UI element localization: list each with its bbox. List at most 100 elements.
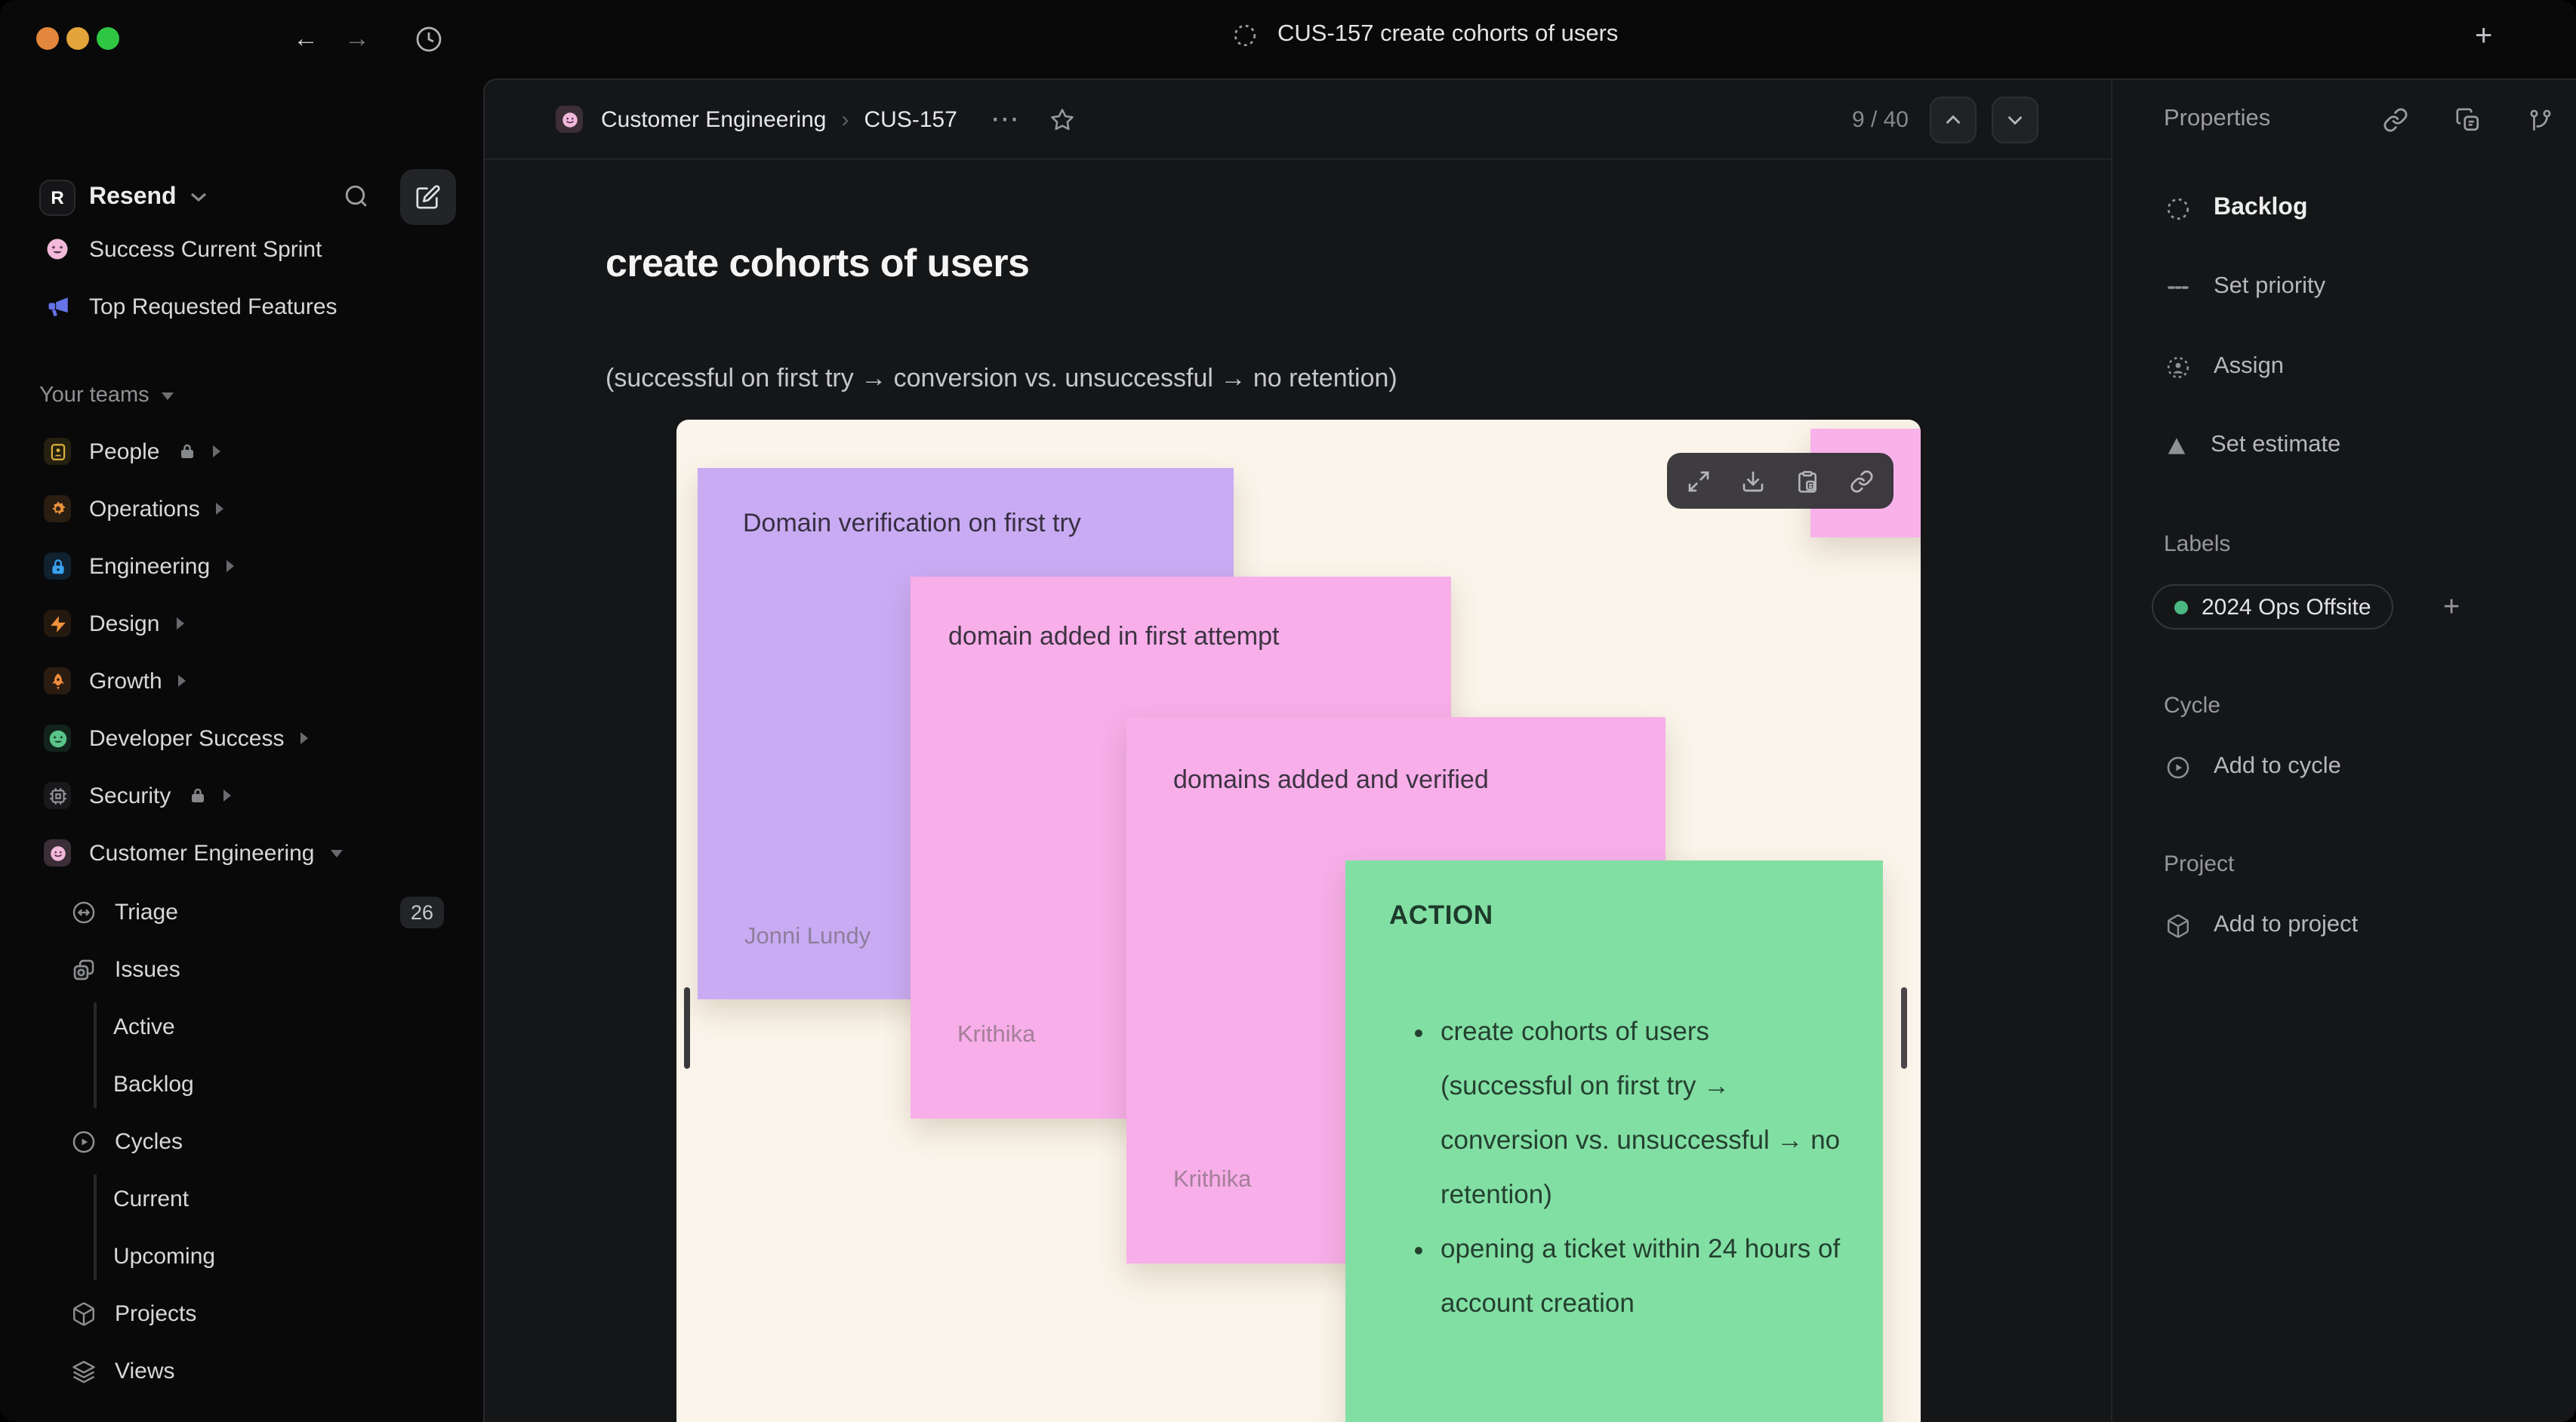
lightning-bolt-icon bbox=[44, 610, 71, 637]
sidebar-team-growth[interactable]: Growth bbox=[0, 652, 483, 709]
main-panel: Customer Engineering › CUS-157 ⋯ 9 / 40 … bbox=[483, 78, 2576, 1422]
embedded-image[interactable]: hi Domain verification on first try Jonn… bbox=[676, 420, 1921, 1422]
next-issue-button[interactable] bbox=[1992, 97, 2038, 143]
back-button[interactable]: ← bbox=[293, 26, 319, 51]
star-struck-face-icon bbox=[44, 725, 71, 752]
chevron-right-icon bbox=[178, 675, 186, 687]
expand-image-icon[interactable] bbox=[1687, 469, 1711, 493]
note-title: ACTION bbox=[1389, 900, 1493, 930]
note-author: Krithika bbox=[957, 1022, 1036, 1048]
issue-description[interactable]: (successful on first try → conversion vs… bbox=[605, 364, 1397, 394]
sidebar-item-triage[interactable]: Triage 26 bbox=[0, 883, 483, 940]
close-window-button[interactable] bbox=[36, 27, 59, 50]
backlog-status-icon bbox=[1232, 22, 1258, 48]
chevron-right-icon bbox=[223, 789, 232, 802]
assign-user-icon bbox=[2165, 354, 2191, 380]
backlog-status-icon bbox=[2165, 195, 2191, 221]
git-branch-icon[interactable] bbox=[2527, 106, 2553, 132]
label-2024-ops-offsite[interactable]: 2024 Ops Offsite bbox=[2152, 584, 2394, 629]
cycle-header: Cycle bbox=[2164, 693, 2221, 719]
cube-icon bbox=[71, 1300, 97, 1326]
breadcrumb-issue-id[interactable]: CUS-157 bbox=[864, 106, 957, 132]
sidebar-item-current[interactable]: Current bbox=[0, 1170, 483, 1227]
window-titlebar: ← → CUS-157 create cohorts of users + bbox=[0, 0, 2576, 78]
workspace-name: Resend bbox=[89, 183, 177, 209]
chevron-right-icon bbox=[212, 445, 220, 457]
forward-button[interactable]: → bbox=[344, 26, 370, 51]
add-to-cycle[interactable]: Add to cycle bbox=[2112, 741, 2576, 793]
lock-icon bbox=[189, 786, 207, 805]
previous-issue-button[interactable] bbox=[1930, 97, 1977, 143]
sidebar-team-design[interactable]: Design bbox=[0, 595, 483, 652]
zoom-window-button[interactable] bbox=[96, 27, 119, 50]
more-options-button[interactable]: ⋯ bbox=[991, 102, 1019, 137]
note-text: Domain verification on first try bbox=[743, 509, 1081, 537]
download-image-icon[interactable] bbox=[1741, 469, 1765, 493]
assignee-field[interactable]: Assign bbox=[2112, 341, 2576, 392]
sidebar-team-developer-success[interactable]: Developer Success bbox=[0, 709, 483, 767]
workspace-logo: R bbox=[39, 179, 75, 215]
image-toolbar bbox=[1667, 453, 1893, 509]
copy-image-icon[interactable] bbox=[1795, 469, 1820, 493]
new-tab-button[interactable]: + bbox=[2475, 21, 2492, 51]
issue-title[interactable]: create cohorts of users bbox=[605, 240, 1030, 287]
lock-icon bbox=[44, 552, 71, 580]
chevron-right-icon bbox=[300, 732, 309, 744]
lock-icon bbox=[177, 442, 196, 460]
status-field[interactable]: Backlog bbox=[2112, 183, 2576, 234]
breadcrumb: Customer Engineering › CUS-157 ⋯ 9 / 40 bbox=[485, 80, 2111, 160]
chevron-right-icon bbox=[226, 560, 235, 572]
sidebar-item-top-requested-features[interactable]: Top Requested Features bbox=[0, 278, 483, 335]
add-label-button[interactable]: + bbox=[2443, 593, 2460, 622]
chevron-right-icon bbox=[216, 503, 224, 515]
sidebar-item-issues[interactable]: Issues bbox=[0, 940, 483, 998]
favorite-star-button[interactable] bbox=[1049, 106, 1075, 132]
layers-icon bbox=[71, 1358, 97, 1384]
add-to-project[interactable]: Add to project bbox=[2112, 900, 2576, 951]
smiley-icon bbox=[44, 839, 71, 866]
copy-issue-link-icon[interactable] bbox=[2382, 106, 2408, 132]
sidebar: R Resend Success Current Sprint Top Requ… bbox=[0, 78, 483, 1422]
issue-pager: 9 / 40 bbox=[1852, 80, 2038, 160]
image-resize-handle-left[interactable] bbox=[684, 987, 690, 1069]
properties-title: Properties bbox=[2164, 106, 2271, 131]
your-teams-header[interactable]: Your teams bbox=[39, 383, 149, 408]
note-author: Krithika bbox=[1173, 1167, 1252, 1193]
sidebar-team-engineering[interactable]: Engineering bbox=[0, 537, 483, 595]
note-text: domains added and verified bbox=[1173, 765, 1489, 794]
new-issue-button[interactable] bbox=[400, 169, 456, 225]
sidebar-item-projects[interactable]: Projects bbox=[0, 1285, 483, 1342]
image-resize-handle-right[interactable] bbox=[1901, 987, 1907, 1069]
history-icon[interactable] bbox=[415, 26, 442, 53]
copy-link-icon[interactable] bbox=[1850, 469, 1874, 493]
triage-count-badge: 26 bbox=[399, 896, 444, 928]
sidebar-item-views[interactable]: Views bbox=[0, 1342, 483, 1399]
sidebar-item-backlog[interactable]: Backlog bbox=[0, 1055, 483, 1113]
sidebar-team-operations[interactable]: Operations bbox=[0, 480, 483, 537]
labels-header: Labels bbox=[2164, 531, 2231, 557]
triage-icon bbox=[71, 899, 97, 925]
duplicate-icon[interactable] bbox=[2454, 106, 2480, 132]
window-tab-title: CUS-157 create cohorts of users bbox=[1277, 21, 1619, 47]
sidebar-item-cycles[interactable]: Cycles bbox=[0, 1113, 483, 1170]
id-badge-icon bbox=[44, 438, 71, 465]
sidebar-item-success-current-sprint[interactable]: Success Current Sprint bbox=[0, 220, 483, 278]
estimate-field[interactable]: Set estimate bbox=[2112, 420, 2576, 471]
priority-field[interactable]: Set priority bbox=[2112, 261, 2576, 312]
sidebar-team-security[interactable]: Security bbox=[0, 767, 483, 824]
cycles-icon bbox=[71, 1128, 97, 1154]
note-text: domain added in first attempt bbox=[948, 622, 1280, 651]
note-bullet: opening a ticket within 24 hours of acco… bbox=[1441, 1221, 1844, 1330]
window-tab: CUS-157 create cohorts of users bbox=[1232, 21, 1618, 48]
minimize-window-button[interactable] bbox=[66, 27, 89, 50]
sidebar-team-people[interactable]: People bbox=[0, 423, 483, 480]
sidebar-item-active[interactable]: Active bbox=[0, 998, 483, 1055]
sidebar-team-customer-engineering[interactable]: Customer Engineering bbox=[0, 824, 483, 882]
estimate-triangle-icon bbox=[2165, 434, 2188, 457]
priority-dashes-icon bbox=[2165, 274, 2191, 300]
workspace-switcher[interactable]: R Resend bbox=[39, 179, 207, 215]
linear-window: ← → CUS-157 create cohorts of users + R … bbox=[0, 0, 2576, 1422]
search-button[interactable] bbox=[343, 183, 370, 210]
breadcrumb-team[interactable]: Customer Engineering bbox=[601, 106, 827, 132]
sidebar-item-upcoming[interactable]: Upcoming bbox=[0, 1227, 483, 1285]
